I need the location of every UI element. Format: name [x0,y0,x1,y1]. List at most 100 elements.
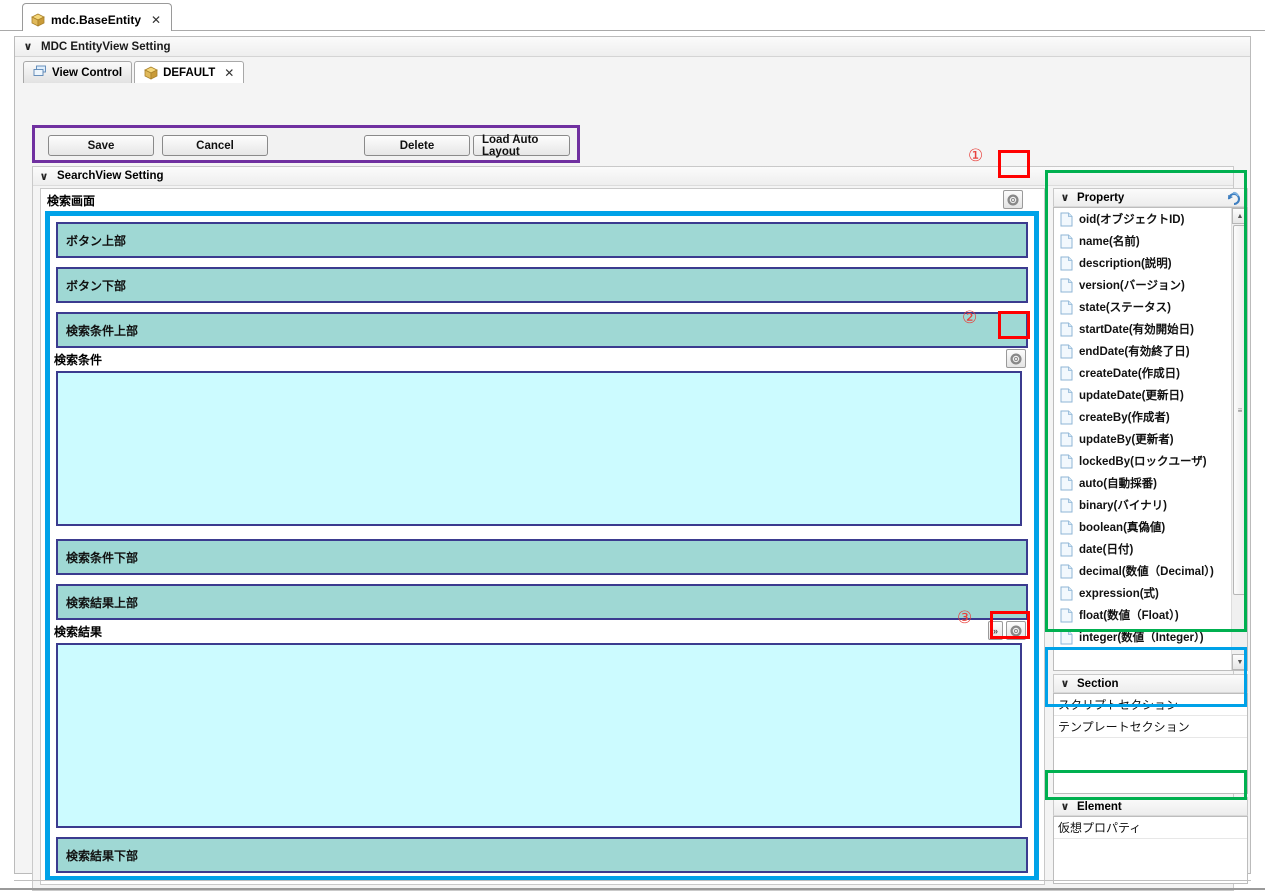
file-icon [1060,630,1073,645]
panel-header: ∨ MDC EntityView Setting [15,37,1250,57]
list-item[interactable]: テンプレートセクション [1054,716,1247,738]
list-item-label: integer(数値（Integer）) [1079,632,1204,644]
search-condition-dropzone[interactable] [56,371,1022,526]
list-item[interactable]: createBy(作成者) [1054,406,1247,428]
file-icon [1060,256,1073,271]
section-panel-title: Section [1077,677,1119,690]
list-item[interactable]: float(数値（Float）) [1054,604,1247,626]
list-item-label: binary(バイナリ) [1079,500,1167,512]
scrollbar-thumb[interactable]: ≡ [1233,225,1247,595]
chevron-down-icon[interactable]: ∨ [1060,677,1070,690]
layout-region-condition-bottom[interactable]: 検索条件下部 [56,539,1028,575]
element-panel-title: Element [1077,800,1122,813]
list-item[interactable]: date(日付) [1054,538,1247,560]
list-item[interactable]: updateBy(更新者) [1054,428,1247,450]
section-panel-header: ∨ Section [1053,674,1248,693]
file-icon [1060,410,1073,425]
scroll-up-arrow-icon[interactable]: ▲ [1232,208,1247,224]
chevron-down-icon[interactable]: ∨ [1060,191,1070,204]
list-item[interactable]: description(説明) [1054,252,1247,274]
section-list[interactable]: スクリプトセクション テンプレートセクション [1053,693,1248,794]
canvas-title: 検索画面 [47,194,96,208]
layout-region-condition-title: 検索条件 [54,353,103,367]
cancel-button[interactable]: Cancel [162,135,268,156]
list-item[interactable]: expression(式) [1054,582,1247,604]
list-item[interactable]: version(バージョン) [1054,274,1247,296]
list-item-label: updateDate(更新日) [1079,390,1184,402]
window-bottom-divider [14,880,1251,881]
chevron-down-icon[interactable]: ∨ [23,40,33,53]
gear-icon [1010,352,1022,365]
searchview-setting-panel: ∨ SearchView Setting 検索画面 ボタン上部 ボタン下部 検索… [32,166,1248,891]
list-item[interactable]: name(名前) [1054,230,1247,252]
document-tab-mdc-baseentity[interactable]: mdc.BaseEntity ✕ [22,3,173,31]
screen-settings-gear-button-1[interactable] [1003,190,1023,209]
search-layout-canvas: 検索画面 ボタン上部 ボタン下部 検索条件上部 検索条件 検索条件下部 検索結果… [40,188,1045,885]
file-icon [1060,344,1073,359]
cube-icon [31,13,45,27]
file-icon [1060,366,1073,381]
search-condition-gear-button-2[interactable] [1006,349,1026,368]
layout-region-result-title: 検索結果 [54,625,103,639]
list-item[interactable]: state(ステータス) [1054,296,1247,318]
scroll-down-arrow-icon[interactable]: ▼ [1232,654,1247,670]
file-icon [1060,454,1073,469]
mdc-entityview-setting-panel: ∨ MDC EntityView Setting View Control DE… [14,36,1251,891]
layout-region-label: 検索結果上部 [66,595,139,610]
property-list-scrollbar[interactable]: ▲ ≡ ▼ [1231,208,1247,670]
list-item[interactable]: updateDate(更新日) [1054,384,1247,406]
save-button[interactable]: Save [48,135,154,156]
element-list[interactable]: 仮想プロパティ [1053,816,1248,884]
list-item[interactable]: oid(オブジェクトID) [1054,208,1247,230]
list-item[interactable]: integer(数値（Integer）) [1054,626,1247,648]
close-icon[interactable]: ✕ [151,14,161,26]
layout-region-condition-top[interactable]: 検索条件上部 [56,312,1028,348]
search-result-dropzone[interactable] [56,643,1022,828]
layout-region-label: ボタン下部 [66,278,127,293]
tab-default[interactable]: DEFAULT ✕ [134,61,245,83]
tab-view-control-label: View Control [52,66,123,79]
list-item[interactable]: createDate(作成日) [1054,362,1247,384]
property-panel-header: ∨ Property [1053,188,1248,207]
view-control-icon [33,65,47,80]
chevron-down-icon[interactable]: ∨ [39,170,49,183]
chevron-down-icon[interactable]: ∨ [1060,800,1070,813]
element-panel-header: ∨ Element [1053,797,1248,816]
layout-region-button-top[interactable]: ボタン上部 [56,222,1028,258]
annotation-red-box-1 [998,150,1030,178]
file-icon [1060,212,1073,227]
delete-button[interactable]: Delete [364,135,470,156]
annotation-marker-1: ① [968,146,984,166]
property-list[interactable]: oid(オブジェクトID) name(名前) description(説明) v… [1053,207,1248,671]
toolbar: Save Cancel Delete Load Auto Layout [32,125,580,163]
close-icon[interactable]: ✕ [224,67,234,79]
tab-view-control[interactable]: View Control [23,61,133,83]
file-icon [1060,278,1073,293]
list-item[interactable]: 仮想プロパティ [1054,817,1247,839]
list-item[interactable]: startDate(有効開始日) [1054,318,1247,340]
layout-region-button-bottom[interactable]: ボタン下部 [56,267,1028,303]
list-item-label: name(名前) [1079,236,1140,248]
list-item[interactable]: lockedBy(ロックユーザ) [1054,450,1247,472]
layout-region-label: 検索結果下部 [66,848,139,863]
list-item[interactable]: endDate(有効終了日) [1054,340,1247,362]
layout-region-label: ボタン上部 [66,233,127,248]
list-item[interactable]: decimal(数値（Decimal）) [1054,560,1247,582]
file-icon [1060,388,1073,403]
list-item[interactable]: boolean(真偽値) [1054,516,1247,538]
file-icon [1060,586,1073,601]
property-panel-title: Property [1077,191,1125,204]
refresh-icon[interactable] [1227,191,1242,208]
gear-icon [1007,193,1019,206]
list-item-label: description(説明) [1079,258,1172,270]
layout-region-result-top[interactable]: 検索結果上部 [56,584,1028,620]
annotation-marker-2: ② [962,308,978,328]
list-item[interactable]: スクリプトセクション [1054,694,1247,716]
list-item[interactable]: auto(自動採番) [1054,472,1247,494]
load-auto-layout-button[interactable]: Load Auto Layout [473,134,570,158]
layout-region-result-bottom[interactable]: 検索結果下部 [56,837,1028,873]
inner-tab-bar: View Control DEFAULT ✕ [23,59,246,83]
annotation-red-box-3 [990,611,1030,639]
list-item[interactable]: binary(バイナリ) [1054,494,1247,516]
right-side-panels: ∨ Property oid(オブジェクトID) name(名前) descri… [1053,188,1248,885]
